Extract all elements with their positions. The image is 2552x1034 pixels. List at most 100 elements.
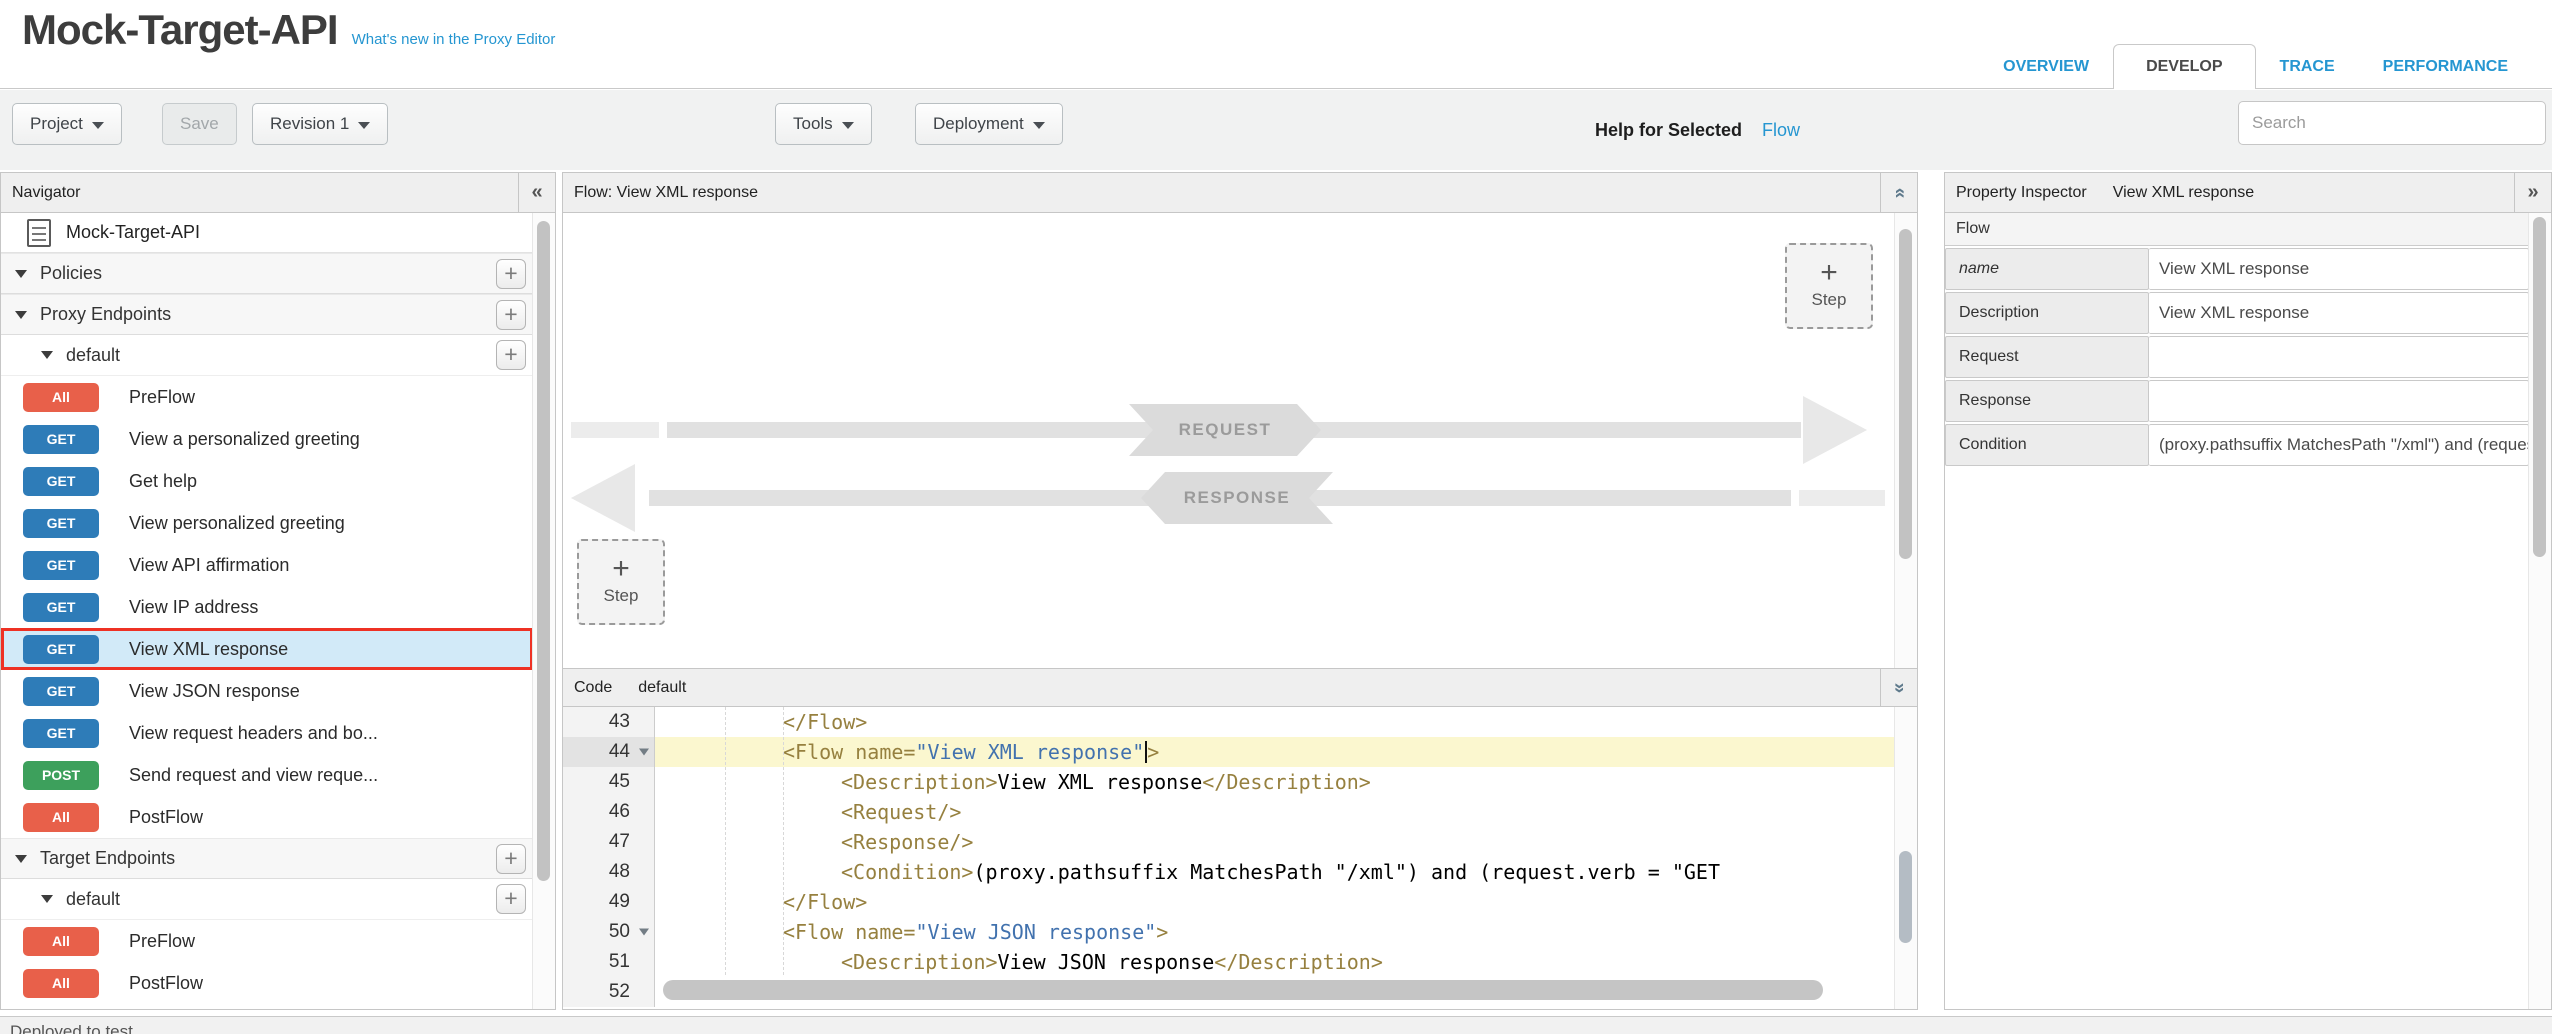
nav-root-item-mock-target-api[interactable]: Mock-Target-API bbox=[1, 213, 533, 253]
line-number: 47 bbox=[563, 827, 655, 857]
method-badge-get: GET bbox=[23, 635, 99, 664]
code-line-46[interactable]: 46 <Request/> bbox=[563, 797, 1895, 827]
collapse-caret-icon[interactable] bbox=[15, 270, 27, 278]
code-panel-expand-button[interactable]: « bbox=[1880, 669, 1917, 706]
code-editor[interactable]: 43</Flow>44<Flow name="View XML response… bbox=[563, 707, 1895, 1009]
nav-section-default[interactable]: default + bbox=[1, 879, 533, 920]
inspector-scrollbar[interactable] bbox=[2528, 213, 2551, 1009]
code-line-text: <Description>View JSON response</Descrip… bbox=[655, 950, 1383, 974]
nav-section-policies[interactable]: Policies+ bbox=[1, 253, 533, 294]
code-token: <Request/> bbox=[841, 800, 961, 824]
revision-menu-label: Revision 1 bbox=[270, 114, 349, 134]
fold-arrow-icon[interactable] bbox=[639, 929, 649, 936]
scrollbar-thumb[interactable] bbox=[537, 221, 550, 881]
code-line-47[interactable]: 47 <Response/> bbox=[563, 827, 1895, 857]
code-token: "View XML response" bbox=[915, 740, 1144, 764]
tools-menu-label: Tools bbox=[793, 114, 833, 134]
tools-menu-button[interactable]: Tools bbox=[775, 103, 872, 145]
code-token: </Description> bbox=[1202, 770, 1371, 794]
help-flow-link[interactable]: Flow bbox=[1762, 120, 1800, 141]
method-badge-get: GET bbox=[23, 467, 99, 496]
title-row: Mock-Target-API What's new in the Proxy … bbox=[22, 6, 555, 54]
add-button[interactable]: + bbox=[496, 884, 526, 914]
code-panel-scrollbar[interactable] bbox=[1894, 707, 1917, 1009]
line-number: 46 bbox=[563, 797, 655, 827]
nav-flow-send-request-and-view-reque[interactable]: POSTSend request and view reque... bbox=[1, 754, 533, 796]
property-inspector-expand-button[interactable]: » bbox=[2514, 173, 2551, 212]
nav-section-default[interactable]: default+ bbox=[1, 335, 533, 376]
project-menu-button[interactable]: Project bbox=[12, 103, 122, 145]
nav-section-proxy-endpoints[interactable]: Proxy Endpoints+ bbox=[1, 294, 533, 335]
scrollbar-thumb[interactable] bbox=[1899, 851, 1912, 943]
nav-flow-view-request-headers-and-bo[interactable]: GETView request headers and bo... bbox=[1, 712, 533, 754]
add-button[interactable]: + bbox=[496, 259, 526, 289]
collapse-caret-icon[interactable] bbox=[41, 895, 53, 903]
nav-flow-view-api-affirmation[interactable]: GETView API affirmation bbox=[1, 544, 533, 586]
fold-arrow-icon[interactable] bbox=[639, 749, 649, 756]
tab-trace[interactable]: TRACE bbox=[2256, 45, 2359, 89]
nav-flow-view-personalized-greeting[interactable]: GETView personalized greeting bbox=[1, 502, 533, 544]
code-line-45[interactable]: 45<Description>View XML response</Descri… bbox=[563, 767, 1895, 797]
flow-panel-collapse-button[interactable]: « bbox=[1880, 173, 1917, 212]
save-button[interactable]: Save bbox=[162, 103, 237, 145]
method-badge-all: All bbox=[23, 927, 99, 956]
project-menu-label: Project bbox=[30, 114, 83, 134]
code-line-50[interactable]: 50<Flow name="View JSON response"> bbox=[563, 917, 1895, 947]
code-line-44[interactable]: 44<Flow name="View XML response"> bbox=[563, 737, 1895, 767]
code-token: View XML response bbox=[998, 770, 1203, 794]
code-line-49[interactable]: 49</Flow> bbox=[563, 887, 1895, 917]
property-value-field[interactable]: (proxy.pathsuffix MatchesPath "/xml") an… bbox=[2149, 424, 2529, 466]
add-button[interactable]: + bbox=[496, 844, 526, 874]
tab-develop[interactable]: DEVELOP bbox=[2113, 44, 2255, 89]
navigator-collapse-button[interactable]: « bbox=[518, 173, 555, 212]
property-inspector-body: Flow nameView XML responseDescriptionVie… bbox=[1945, 213, 2529, 1009]
add-button[interactable]: + bbox=[496, 300, 526, 330]
chevron-down-icon bbox=[1033, 122, 1045, 129]
code-line-43[interactable]: 43</Flow> bbox=[563, 707, 1895, 737]
code-line-51[interactable]: 51<Description>View JSON response</Descr… bbox=[563, 947, 1895, 977]
tab-overview[interactable]: OVERVIEW bbox=[1979, 45, 2113, 89]
collapse-caret-icon[interactable] bbox=[15, 311, 27, 319]
nav-flow-preflow[interactable]: AllPreFlow bbox=[1, 920, 533, 962]
navigator-panel: Navigator « Mock-Target-APIPolicies+Prox… bbox=[0, 172, 556, 1010]
deployment-menu-button[interactable]: Deployment bbox=[915, 103, 1063, 145]
flow-panel-scrollbar[interactable] bbox=[1894, 213, 1917, 669]
code-line-48[interactable]: 48<Condition>(proxy.pathsuffix MatchesPa… bbox=[563, 857, 1895, 887]
navigator-scrollbar[interactable] bbox=[532, 213, 555, 1009]
add-step-button-request[interactable]: + Step bbox=[1785, 243, 1873, 329]
whats-new-link[interactable]: What's new in the Proxy Editor bbox=[352, 31, 556, 48]
method-badge-get: GET bbox=[23, 677, 99, 706]
scrollbar-thumb[interactable] bbox=[2533, 217, 2546, 557]
nav-flow-view-json-response[interactable]: GETView JSON response bbox=[1, 670, 533, 712]
nav-flow-get-help[interactable]: GETGet help bbox=[1, 460, 533, 502]
method-badge-get: GET bbox=[23, 719, 99, 748]
add-step-button-response[interactable]: + Step bbox=[577, 539, 665, 625]
deployment-status-text: Deployed to test bbox=[0, 1022, 2552, 1034]
property-value-field[interactable] bbox=[2149, 336, 2529, 378]
inspector-row-condition: Condition(proxy.pathsuffix MatchesPath "… bbox=[1945, 424, 2529, 466]
nav-flow-view-a-personalized-greeting[interactable]: GETView a personalized greeting bbox=[1, 418, 533, 460]
property-value-field[interactable]: View XML response bbox=[2149, 292, 2529, 334]
nav-flow-view-ip-address[interactable]: GETView IP address bbox=[1, 586, 533, 628]
nav-section-target-endpoints[interactable]: Target Endpoints+ bbox=[1, 838, 533, 879]
method-badge-get: GET bbox=[23, 593, 99, 622]
property-value-field[interactable]: View XML response bbox=[2149, 248, 2529, 290]
add-button[interactable]: + bbox=[496, 340, 526, 370]
nav-flow-postflow[interactable]: AllPostFlow bbox=[1, 796, 533, 838]
nav-flow-postflow[interactable]: AllPostFlow bbox=[1, 962, 533, 1004]
code-token: > bbox=[1147, 740, 1159, 764]
collapse-caret-icon[interactable] bbox=[15, 855, 27, 863]
property-value-field[interactable] bbox=[2149, 380, 2529, 422]
tab-performance[interactable]: PERFORMANCE bbox=[2359, 45, 2532, 89]
search-input[interactable] bbox=[2238, 101, 2546, 145]
revision-menu-button[interactable]: Revision 1 bbox=[252, 103, 388, 145]
code-horizontal-scrollbar-thumb[interactable] bbox=[663, 980, 1823, 1000]
scrollbar-thumb[interactable] bbox=[1899, 229, 1912, 559]
collapse-caret-icon[interactable] bbox=[41, 351, 53, 359]
request-arrow-stub bbox=[571, 422, 659, 438]
flow-panel: Flow: View XML response « + Step REQUEST… bbox=[562, 172, 1918, 669]
nav-section-label: default bbox=[66, 889, 120, 910]
code-token: <Response/> bbox=[841, 830, 973, 854]
nav-flow-view-xml-response[interactable]: GETView XML response bbox=[1, 628, 533, 670]
nav-flow-preflow[interactable]: AllPreFlow bbox=[1, 376, 533, 418]
